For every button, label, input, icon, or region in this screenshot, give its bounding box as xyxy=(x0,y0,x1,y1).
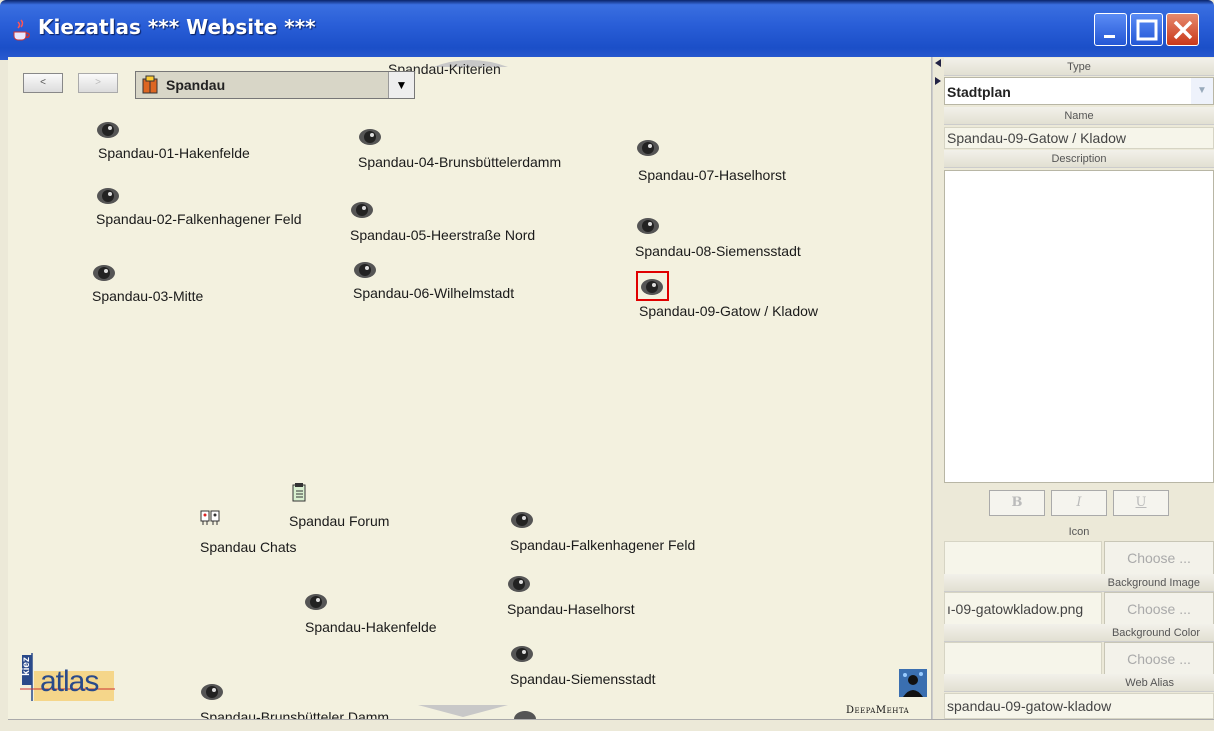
property-panel: Type Stadtplan ▼ Name Spandau-09-Gatow /… xyxy=(944,57,1214,719)
deepamehta-logo-icon xyxy=(899,669,927,697)
eye-icon xyxy=(97,188,119,204)
icon-choose-button[interactable]: Choose ... xyxy=(1104,541,1214,575)
deepamehta-logo: DeepaMehta xyxy=(846,669,930,719)
history-forward-button[interactable]: > xyxy=(78,73,118,93)
kiez-logo-text: atlas xyxy=(40,665,99,698)
web-alias-field[interactable]: spandau-09-gatow-kladow xyxy=(944,693,1214,719)
close-button[interactable] xyxy=(1166,13,1199,46)
bold-button[interactable]: B xyxy=(989,490,1045,516)
kiezatlas-logo: kiez atlas xyxy=(20,653,115,703)
node-label: Spandau-02-Falkenhagener Feld xyxy=(96,211,302,227)
topicmap-canvas[interactable]: Spandau-Kriterien < > Spandau ▼ Spandau-… xyxy=(8,57,932,719)
eye-icon[interactable] xyxy=(513,709,537,719)
chat-icon xyxy=(200,510,220,525)
node-label: Spandau-08-Siemensstadt xyxy=(635,243,801,259)
title-bar: Kiezatlas *** Website *** xyxy=(0,0,1214,60)
node-label: Spandau-Hakenfelde xyxy=(305,619,437,635)
name-header: Name xyxy=(944,107,1214,125)
topicmap-icon xyxy=(142,75,158,94)
background-image-field[interactable]: ı-09-gatowkladow.png xyxy=(944,592,1102,626)
forum-icon xyxy=(292,483,306,502)
eye-icon xyxy=(637,140,659,156)
description-header: Description xyxy=(944,150,1214,168)
minimize-icon xyxy=(1104,35,1115,38)
eye-icon xyxy=(641,279,663,295)
java-cup-icon xyxy=(13,19,30,41)
kiez-logo-side: kiez xyxy=(21,657,32,676)
background-image-choose-button[interactable]: Choose ... xyxy=(1104,592,1214,626)
node-label: Spandau-07-Haselhorst xyxy=(638,167,786,183)
italic-button[interactable]: I xyxy=(1051,490,1107,516)
eye-icon xyxy=(93,265,115,281)
icon-header: Icon xyxy=(944,523,1214,541)
splitter[interactable] xyxy=(932,57,944,719)
eye-icon xyxy=(508,576,530,592)
eye-icon xyxy=(511,646,533,662)
eye-icon xyxy=(637,218,659,234)
node-label: Spandau-09-Gatow / Kladow xyxy=(639,303,818,319)
type-header: Type xyxy=(944,58,1214,76)
icon-field[interactable] xyxy=(944,541,1102,575)
background-color-header: Background Color xyxy=(944,624,1214,642)
node-label: Spandau-03-Mitte xyxy=(92,288,204,304)
history-back-button[interactable]: < xyxy=(23,73,63,93)
close-icon xyxy=(1173,20,1193,40)
node-label: Spandau-Falkenhagener Feld xyxy=(510,537,696,553)
name-field[interactable]: Spandau-09-Gatow / Kladow xyxy=(944,127,1214,149)
node-label: Spandau-04-Brunsbüttelerdamm xyxy=(358,154,562,170)
eye-icon xyxy=(201,684,223,700)
underline-button[interactable]: U xyxy=(1113,490,1169,516)
chevron-down-icon[interactable]: ▼ xyxy=(388,72,414,98)
eye-icon xyxy=(354,262,376,278)
minimize-button[interactable] xyxy=(1094,13,1127,46)
status-bar xyxy=(8,719,1214,731)
node-label: Spandau-Brunsbütteler Damm xyxy=(200,709,390,719)
background-color-choose-button[interactable]: Choose ... xyxy=(1104,642,1214,676)
eye-icon xyxy=(351,202,373,218)
type-value: Stadtplan xyxy=(947,84,1011,100)
chevron-down-icon[interactable]: ▼ xyxy=(1191,78,1213,104)
window-title: Kiezatlas *** Website *** xyxy=(38,15,316,39)
node-label: Spandau Chats xyxy=(200,539,297,555)
node-label: Spandau-Haselhorst xyxy=(507,601,635,617)
maximize-button[interactable] xyxy=(1130,13,1163,46)
deepamehta-text: DeepaMehta xyxy=(846,705,910,716)
node-label: Spandau-Siemensstadt xyxy=(510,671,656,687)
topicmap-name: Spandau xyxy=(166,77,226,93)
type-select[interactable]: Stadtplan ▼ xyxy=(944,77,1214,105)
background-image-header: Background Image xyxy=(944,574,1214,592)
eye-icon xyxy=(359,129,381,145)
eye-icon xyxy=(305,594,327,610)
topicmap-selector[interactable]: Spandau ▼ xyxy=(135,71,415,99)
scroll-down-arrow-icon[interactable] xyxy=(418,705,508,717)
node-label: Spandau-06-Wilhelmstadt xyxy=(353,285,515,301)
background-color-field[interactable] xyxy=(944,642,1102,676)
eye-icon xyxy=(97,122,119,138)
web-alias-header: Web Alias xyxy=(944,674,1214,692)
node-label: Spandau-01-Hakenfelde xyxy=(98,145,250,161)
description-textarea[interactable] xyxy=(944,170,1214,483)
node-label: Spandau-05-Heerstraße Nord xyxy=(350,227,536,243)
node-label: Spandau Forum xyxy=(289,513,390,529)
maximize-icon xyxy=(1136,19,1158,41)
eye-icon xyxy=(511,512,533,528)
splitter-arrows-icon[interactable] xyxy=(935,59,941,87)
